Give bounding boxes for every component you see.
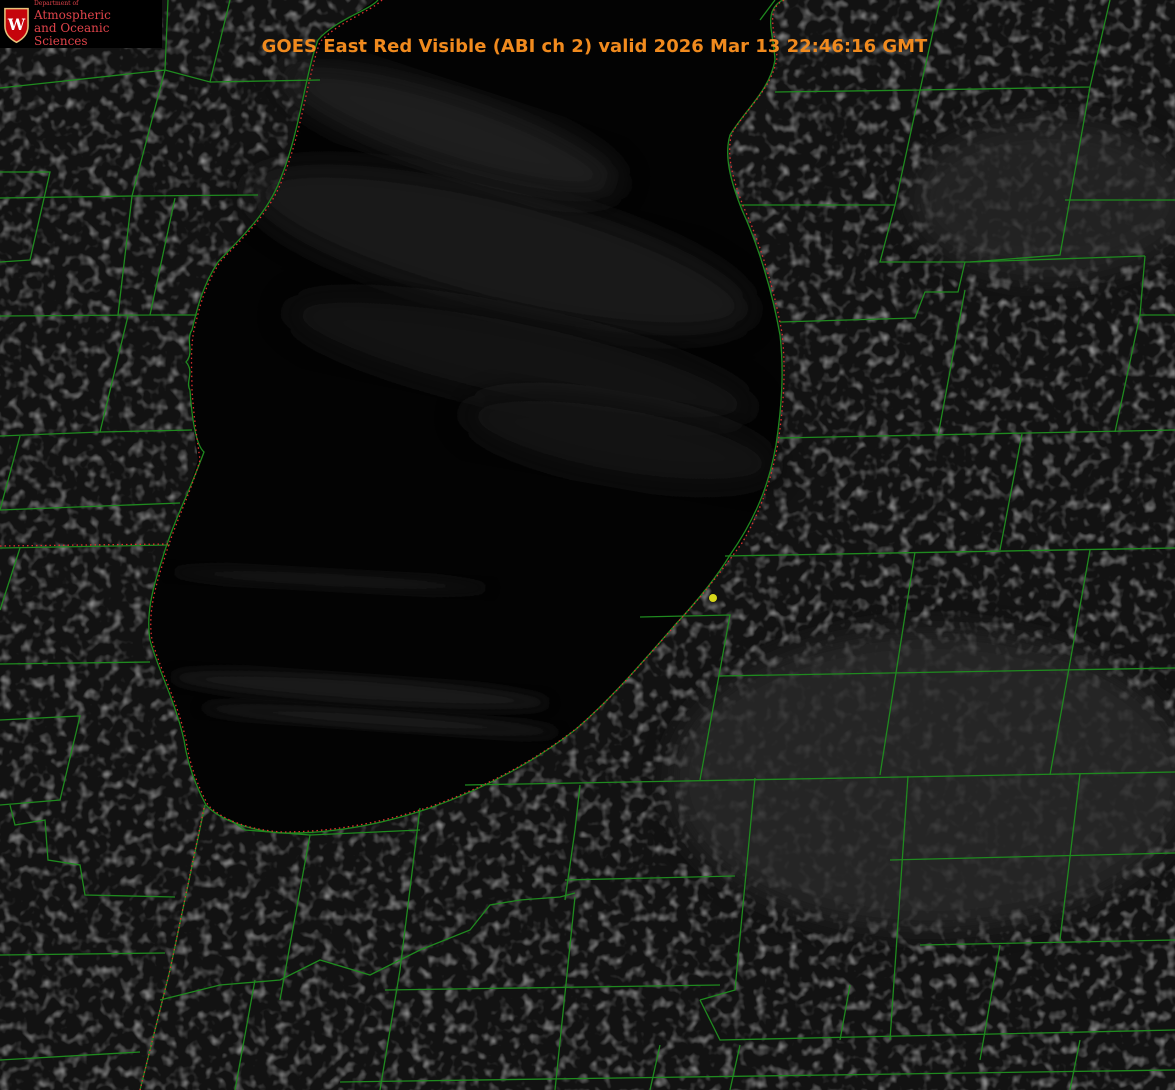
satellite-image-viewer: W Department of Atmospheric and Oceanic … (0, 0, 1175, 1090)
logo-line-1: Atmospheric (33, 7, 111, 22)
station-marker (709, 594, 717, 602)
logo-letter: W (7, 16, 26, 34)
logo-department: Department of (33, 0, 79, 7)
satellite-map (0, 0, 1175, 1090)
image-title: GOES East Red Visible (ABI ch 2) valid 2… (261, 36, 928, 57)
